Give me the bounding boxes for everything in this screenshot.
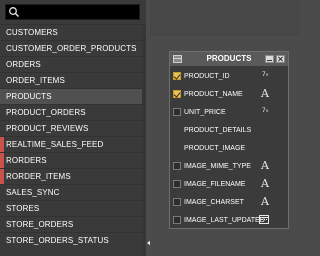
table-list-item[interactable]: PRODUCT_ORDERS <box>0 104 142 120</box>
table-list-item[interactable]: CUSTOMER_ORDER_PRODUCTS <box>0 40 142 56</box>
table-list-item[interactable]: RORDER_ITEMS <box>0 168 142 185</box>
search-icon <box>9 7 20 18</box>
table-list-item[interactable]: REALTIME_SALES_FEED <box>0 136 142 153</box>
table-list-item[interactable]: SALES_SYNC <box>0 184 142 200</box>
search-field[interactable] <box>5 4 140 20</box>
entity-column-row[interactable]: PRODUCT_DETAILS <box>170 120 288 140</box>
column-checkbox[interactable] <box>173 198 181 206</box>
table-list-scrollbar[interactable] <box>142 24 146 256</box>
minimize-button[interactable] <box>265 55 274 63</box>
column-name: PRODUCT_IMAGE <box>184 145 246 152</box>
column-checkbox[interactable] <box>173 162 181 170</box>
table-list-item-label: CUSTOMERS <box>6 28 58 37</box>
table-list-item-label: PRODUCTS <box>6 92 52 101</box>
table-list-item[interactable]: ORDERS <box>0 56 142 72</box>
column-checkbox[interactable] <box>173 216 181 224</box>
column-checkbox[interactable] <box>173 72 181 80</box>
table-marker <box>0 137 4 153</box>
column-name: IMAGE_LAST_UPDATED <box>184 217 265 224</box>
table-list-item[interactable]: STORE_ORDERS_STATUS <box>0 232 142 248</box>
entity-column-row[interactable]: IMAGE_MIME_TYPE A <box>170 156 288 176</box>
table-list-item-label: RORDERS <box>6 156 47 165</box>
table-list: CUSTOMERS CUSTOMER_ORDER_PRODUCTS ORDERS OR… <box>0 24 142 248</box>
text-type-icon: A <box>261 195 269 208</box>
table-list-item-label: STORES <box>6 204 40 213</box>
table-list-item-label: REALTIME_SALES_FEED <box>6 140 104 149</box>
close-button[interactable] <box>276 55 285 63</box>
entity-column-row[interactable]: PRODUCT_ID 7₉ <box>170 66 288 86</box>
search-bar <box>0 0 146 24</box>
table-list-item-label: PRODUCT_REVIEWS <box>6 124 89 133</box>
entity-column-row[interactable]: PRODUCT_IMAGE <box>170 138 288 158</box>
column-checkbox[interactable] <box>173 108 181 116</box>
table-marker <box>0 169 4 185</box>
table-list-item-label: RORDER_ITEMS <box>6 172 71 181</box>
entity-card-products[interactable]: PRODUCTS PRODUCT_ID 7₉ PRODUCT_NAME A UNIT_P… <box>169 51 289 229</box>
column-name: PRODUCT_DETAILS <box>184 127 252 134</box>
column-name: IMAGE_CHARSET <box>184 199 244 206</box>
table-list-item-label: ORDERS <box>6 60 41 69</box>
table-list-item[interactable]: ORDER_ITEMS <box>0 72 142 88</box>
number-type-icon: 7₉ <box>261 71 269 78</box>
search-input[interactable] <box>21 6 138 18</box>
table-list-item-label: ORDER_ITEMS <box>6 76 65 85</box>
table-list-item[interactable]: STORE_ORDERS <box>0 216 142 232</box>
entity-header[interactable]: PRODUCTS <box>170 52 288 66</box>
text-type-icon: A <box>261 177 269 190</box>
table-list-item[interactable]: RORDERS <box>0 152 142 169</box>
text-type-icon: A <box>261 159 269 172</box>
entity-column-row[interactable]: UNIT_PRICE 7₉ <box>170 102 288 122</box>
table-list-item-label: STORE_ORDERS_STATUS <box>6 236 109 245</box>
diagram-canvas-top-band <box>150 0 300 36</box>
table-list-item-label: STORE_ORDERS <box>6 220 74 229</box>
table-list-item-label: CUSTOMER_ORDER_PRODUCTS <box>6 44 137 53</box>
table-list-item-label: SALES_SYNC <box>6 188 60 197</box>
table-list-item[interactable]: CUSTOMERS <box>0 24 142 40</box>
text-type-icon: A <box>261 87 269 100</box>
table-marker <box>0 153 4 169</box>
column-name: PRODUCT_ID <box>184 73 230 80</box>
entity-column-row[interactable]: IMAGE_CHARSET A <box>170 192 288 212</box>
table-list-item-label: PRODUCT_ORDERS <box>6 108 86 117</box>
table-list-item[interactable]: PRODUCT_REVIEWS <box>0 120 142 136</box>
entity-column-row[interactable]: IMAGE_FILENAME A <box>170 174 288 194</box>
column-name: PRODUCT_NAME <box>184 91 243 98</box>
column-checkbox[interactable] <box>173 90 181 98</box>
column-name: IMAGE_FILENAME <box>184 181 246 188</box>
column-checkbox[interactable] <box>173 180 181 188</box>
table-list-item[interactable]: PRODUCTS <box>0 88 142 104</box>
table-list-item[interactable]: STORES <box>0 200 142 216</box>
column-name: IMAGE_MIME_TYPE <box>184 163 251 170</box>
number-type-icon: 7₉ <box>261 107 269 114</box>
column-name: UNIT_PRICE <box>184 109 226 116</box>
calendar-icon <box>259 215 269 224</box>
entity-column-row[interactable]: PRODUCT_NAME A <box>170 84 288 104</box>
entity-column-row[interactable]: IMAGE_LAST_UPDATED <box>170 210 288 230</box>
